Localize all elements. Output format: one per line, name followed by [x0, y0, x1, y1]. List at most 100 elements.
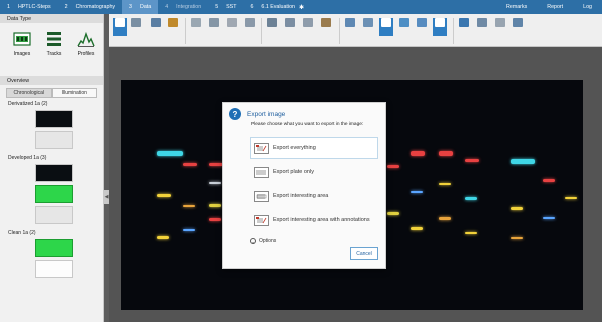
data-type-label: Tracks	[46, 51, 62, 57]
export-everything-option[interactable]: Export everything	[250, 137, 378, 159]
export-plate-icon	[254, 166, 269, 178]
plate-group-label: Developed 1a (3)	[8, 155, 47, 161]
tool-button[interactable]	[207, 18, 221, 36]
tool-button[interactable]	[433, 18, 447, 36]
tool-button[interactable]	[379, 18, 393, 36]
contrast-icon	[435, 18, 445, 27]
data-type-header: Data Type	[0, 14, 103, 23]
export-plate-only-label: Export plate only	[273, 169, 314, 175]
layout-icon	[285, 18, 295, 27]
plate-band	[411, 151, 425, 156]
star-icon[interactable]: ✱	[299, 4, 304, 11]
plate-thumbnail[interactable]	[35, 131, 73, 149]
tab-label: Chromatography	[75, 4, 116, 10]
tool-button[interactable]	[361, 18, 375, 36]
tab-integration[interactable]: 4 Integration	[158, 0, 208, 14]
pan-tool-button[interactable]	[129, 18, 143, 36]
plate-band	[411, 191, 423, 193]
dialog-prompt: Please choose what you want to export in…	[251, 122, 364, 127]
cursor-icon	[115, 18, 125, 27]
plate-group-label: Derivatized 1a (2)	[8, 101, 48, 107]
export-plate-only-option[interactable]: Export plate only	[250, 161, 378, 183]
chronological-toggle[interactable]: Chronological	[6, 88, 52, 98]
data-type-images[interactable]: Images	[6, 26, 38, 69]
text-tool-button[interactable]	[457, 18, 471, 36]
tool-button[interactable]	[511, 18, 525, 36]
plate-thumbnail[interactable]	[35, 164, 73, 182]
export-annotations-icon	[254, 214, 269, 226]
tool-button[interactable]	[397, 18, 411, 36]
options-expander[interactable]: ⌄ Options	[250, 238, 276, 244]
plate-thumbnail[interactable]	[35, 185, 73, 203]
plate-thumbnail[interactable]	[35, 260, 73, 278]
export-image-button[interactable]	[149, 18, 163, 36]
plate-thumbnail[interactable]	[35, 206, 73, 224]
arrow-tool-button[interactable]	[475, 18, 489, 36]
plate-group-derivatized: Derivatized 1a (2)	[0, 98, 103, 149]
toolbar-divider	[261, 18, 262, 44]
tool-button[interactable]	[319, 18, 333, 36]
profiles-icon	[77, 30, 95, 48]
data-type-tracks[interactable]: Tracks	[38, 26, 70, 69]
plate-band	[157, 236, 169, 239]
plate-band	[209, 218, 221, 221]
overlay-icon	[267, 18, 277, 27]
hand-icon	[131, 18, 141, 27]
track-icon	[191, 18, 201, 27]
plate-band	[439, 183, 451, 185]
plate-band	[209, 163, 223, 166]
export-everything-label: Export everything	[273, 145, 316, 151]
plate-band	[511, 159, 535, 164]
shape-icon	[495, 18, 505, 27]
plate-band	[183, 229, 195, 231]
select-tool-button[interactable]	[113, 18, 127, 36]
tool-button[interactable]	[243, 18, 257, 36]
tab-number: 2	[64, 4, 68, 10]
tool-button[interactable]	[493, 18, 507, 36]
zoom-tool-button[interactable]	[166, 18, 180, 36]
dialog-header: ? Export image	[229, 108, 285, 120]
export-area-annotations-label: Export interesting area with annotations	[273, 217, 370, 223]
tab-number: 3	[129, 4, 132, 10]
plate-thumbnail[interactable]	[35, 110, 73, 128]
report-link[interactable]: Report	[537, 4, 573, 10]
tool-button[interactable]	[265, 18, 279, 36]
compare-icon	[245, 18, 255, 27]
data-type-profiles[interactable]: Profiles	[70, 26, 102, 69]
export-area-annotations-option[interactable]: Export interesting area with annotations	[250, 209, 378, 231]
spot-icon	[345, 18, 355, 27]
zoom-icon	[168, 18, 178, 27]
plate-band	[465, 197, 477, 200]
export-image-dialog: ? Export image Please choose what you wa…	[222, 102, 386, 269]
export-interesting-area-option[interactable]: Export interesting area	[250, 185, 378, 207]
cancel-button[interactable]: Cancel	[350, 247, 378, 260]
tab-number: 6	[250, 4, 254, 10]
export-area-icon	[254, 190, 269, 202]
tool-button[interactable]	[283, 18, 297, 36]
plate-band	[465, 159, 479, 162]
plate-group-clean: Clean 1a (2)	[0, 227, 103, 278]
log-link[interactable]: Log	[573, 4, 602, 10]
tab-chromatography[interactable]: 2 Chromatography	[58, 0, 122, 14]
remarks-link[interactable]: Remarks	[496, 4, 537, 10]
tab-label: Data	[140, 4, 152, 10]
tab-number: 1	[7, 4, 10, 10]
plate-band	[465, 232, 477, 234]
plate-band	[565, 197, 577, 199]
tab-sst[interactable]: 5 SST	[208, 0, 243, 14]
illumination-toggle[interactable]: Illumination	[51, 88, 97, 98]
toolbar-divider	[453, 18, 454, 44]
tool-button[interactable]	[343, 18, 357, 36]
tool-button[interactable]	[225, 18, 239, 36]
plate-group-developed: Developed 1a (3)	[0, 152, 103, 224]
tool-button[interactable]	[301, 18, 315, 36]
tool-button[interactable]	[189, 18, 203, 36]
ruler-icon	[513, 18, 523, 27]
tool-button[interactable]	[415, 18, 429, 36]
plate-thumbnail[interactable]	[35, 239, 73, 257]
tab-data[interactable]: 3 Data	[122, 0, 159, 14]
data-type-label: Images	[13, 51, 31, 57]
tab-hptlc-steps[interactable]: 1 HPTLC-Steps	[0, 0, 58, 14]
tab-evaluation[interactable]: 6 6.1 Evaluation ✱	[243, 0, 311, 14]
images-icon	[13, 30, 31, 48]
